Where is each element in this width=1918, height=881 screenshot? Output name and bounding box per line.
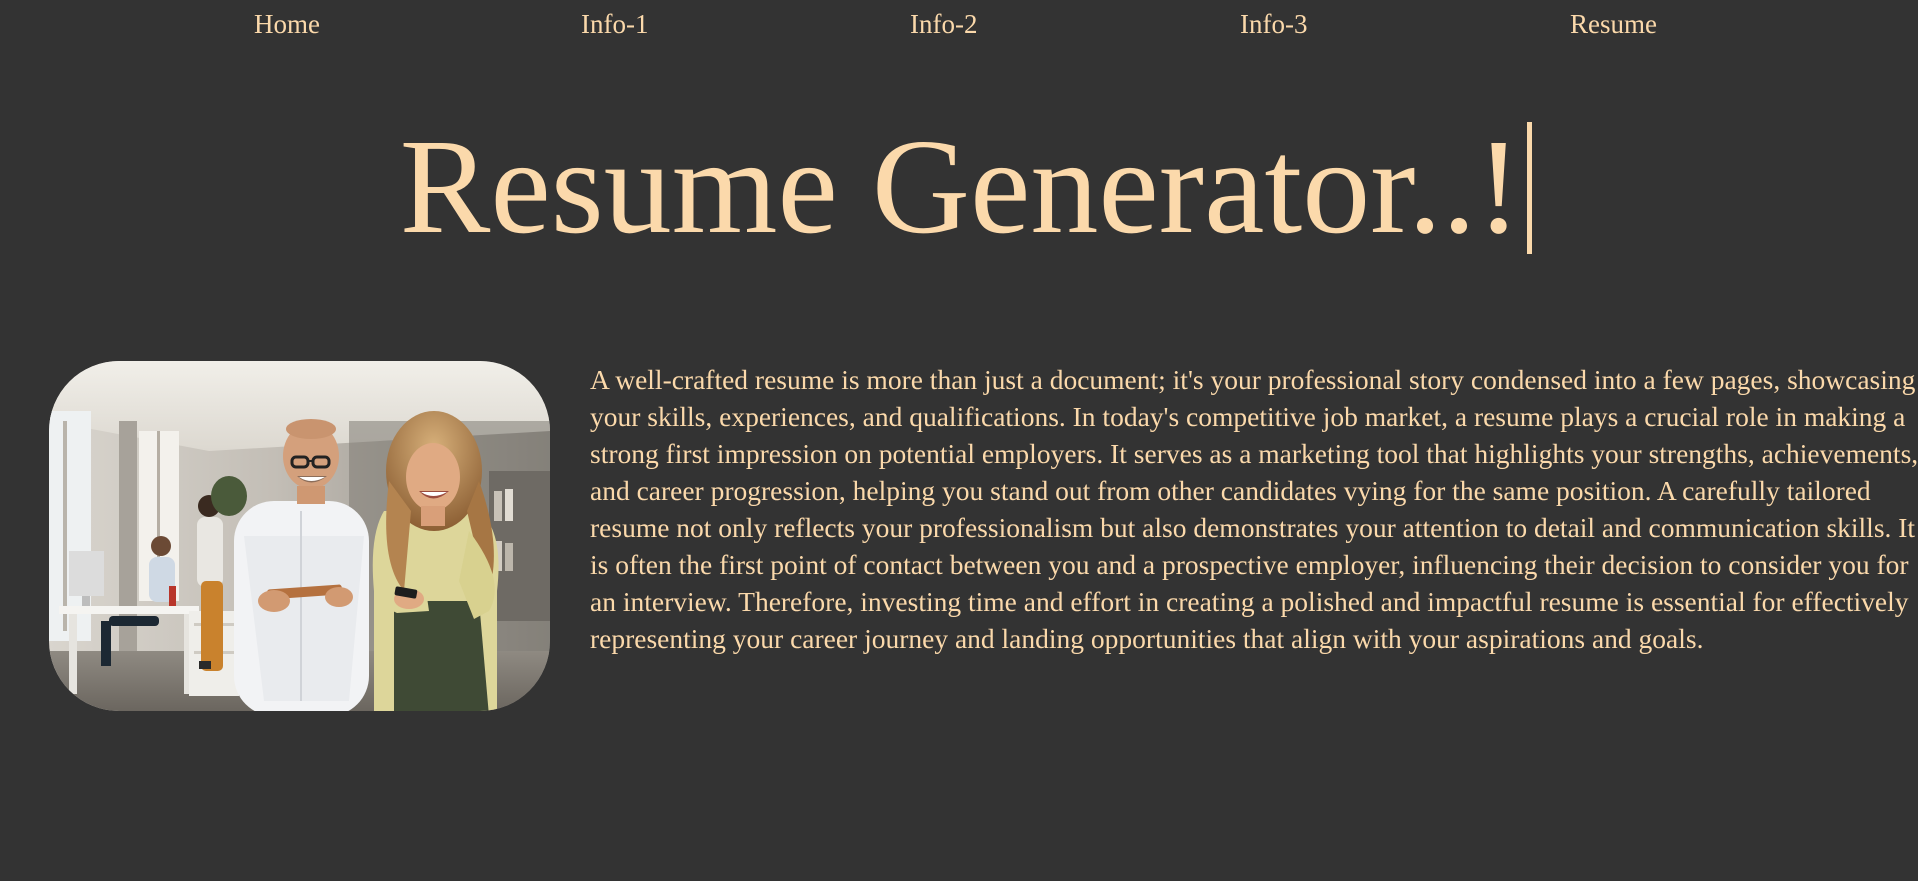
top-navigation: Home Info-1 Info-2 Info-3 Resume <box>0 0 1918 52</box>
hero-photo <box>49 361 550 711</box>
intro-paragraph: A well-crafted resume is more than just … <box>590 364 1918 654</box>
nav-link-resume[interactable]: Resume <box>1570 9 1657 40</box>
nav-link-info-3[interactable]: Info-3 <box>1240 9 1307 40</box>
nav-link-info-2[interactable]: Info-2 <box>910 9 977 40</box>
page-title-text: Resume Generator..! <box>399 112 1522 262</box>
page-title: Resume Generator..! <box>400 92 1533 282</box>
hero-section: Resume Generator..! <box>0 92 1918 282</box>
typing-cursor <box>1527 122 1533 254</box>
nav-link-info-1[interactable]: Info-1 <box>581 9 648 40</box>
office-photo-illustration <box>49 361 550 711</box>
nav-link-home[interactable]: Home <box>254 9 320 40</box>
